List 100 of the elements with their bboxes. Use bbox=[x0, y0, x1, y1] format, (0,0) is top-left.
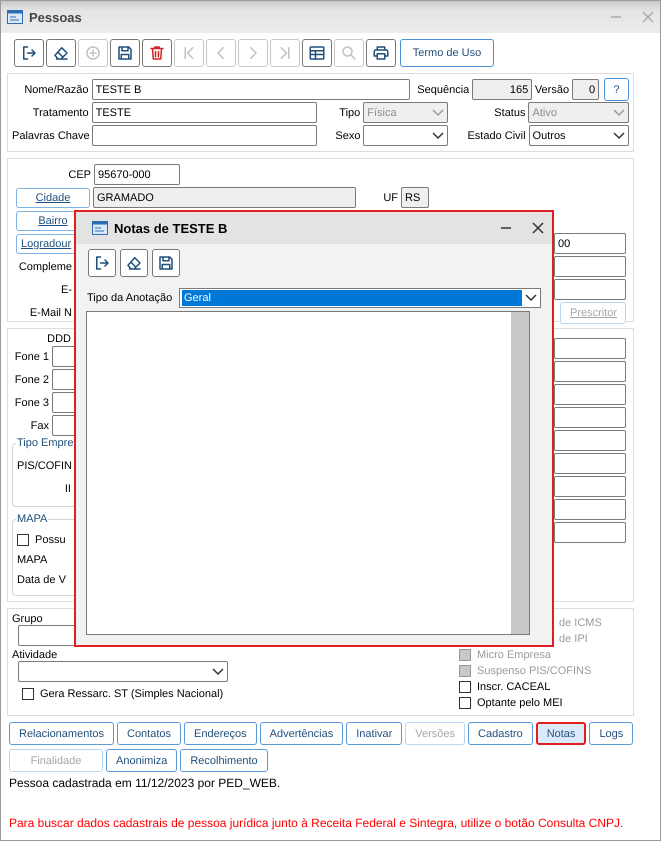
terms-button[interactable]: Termo de Uso bbox=[400, 39, 494, 67]
exit-icon bbox=[20, 44, 38, 62]
field-label: Grupo bbox=[12, 613, 44, 625]
checkbox-label: de IPI bbox=[559, 633, 588, 645]
field-label: Data de V bbox=[17, 574, 67, 586]
group-title: Tipo Empre bbox=[16, 437, 74, 449]
field-label: Tipo bbox=[338, 106, 362, 118]
field-label: Status bbox=[493, 106, 526, 118]
field-label: Fone 2 bbox=[14, 374, 50, 386]
window-icon bbox=[7, 10, 23, 24]
name-field[interactable]: TESTE B bbox=[92, 79, 410, 100]
toolbar-button[interactable] bbox=[366, 39, 396, 67]
scrollbar[interactable] bbox=[511, 312, 529, 634]
trash-icon bbox=[148, 44, 166, 62]
exit-icon bbox=[93, 254, 111, 272]
checkbox[interactable] bbox=[459, 697, 471, 709]
field-label: MAPA bbox=[17, 554, 48, 566]
window-title: Pessoas bbox=[29, 10, 83, 24]
action-button[interactable]: Inativar bbox=[346, 722, 402, 745]
checkbox[interactable] bbox=[17, 534, 29, 546]
note-type-dropdown[interactable]: Geral bbox=[179, 288, 541, 308]
printer-icon bbox=[372, 44, 390, 62]
text-field[interactable] bbox=[554, 361, 626, 382]
action-button[interactable]: Relacionamentos bbox=[9, 722, 114, 745]
field-label: Tratamento bbox=[32, 106, 90, 118]
field-label: Atividade bbox=[12, 649, 58, 661]
action-button[interactable]: Recolhimento bbox=[180, 749, 268, 772]
text-field[interactable] bbox=[554, 453, 626, 474]
search-icon bbox=[340, 44, 358, 62]
text-field[interactable] bbox=[554, 430, 626, 451]
chevron-down-icon bbox=[212, 668, 224, 676]
activity-dropdown[interactable] bbox=[18, 661, 228, 682]
city-button[interactable]: Cidade bbox=[16, 188, 90, 208]
field-label: UF bbox=[382, 192, 399, 204]
action-button[interactable]: Logs bbox=[589, 722, 634, 745]
eraser-icon bbox=[52, 44, 70, 62]
text-field[interactable] bbox=[554, 499, 626, 520]
text-field[interactable] bbox=[554, 384, 626, 405]
toolbar-button[interactable] bbox=[46, 39, 76, 67]
complement-field[interactable] bbox=[554, 256, 626, 277]
field-label: II bbox=[64, 482, 72, 494]
toolbar-button[interactable] bbox=[152, 249, 180, 277]
title-field[interactable]: TESTE bbox=[92, 102, 316, 123]
action-button[interactable]: Anonimiza bbox=[106, 749, 178, 772]
field-label: Fone 1 bbox=[14, 350, 50, 362]
chevron-down-icon bbox=[613, 132, 625, 140]
checkbox-label: Inscr. CACEAL bbox=[477, 681, 550, 693]
version-field[interactable]: 0 bbox=[572, 79, 600, 100]
window-icon bbox=[92, 221, 108, 235]
eraser-icon bbox=[125, 254, 143, 272]
email-field[interactable] bbox=[554, 279, 626, 300]
close-icon[interactable] bbox=[532, 222, 544, 234]
field-label: Palavras Chave bbox=[12, 130, 91, 142]
chevron-down-icon bbox=[525, 294, 537, 302]
checkbox[interactable] bbox=[459, 681, 471, 693]
field-label: Estado Civil bbox=[466, 130, 527, 142]
chevron-down-icon bbox=[613, 108, 626, 116]
chevron-down-icon bbox=[432, 132, 444, 140]
toolbar-button[interactable] bbox=[302, 39, 332, 67]
toolbar-button[interactable] bbox=[110, 39, 140, 67]
dialog-title: Notas de TESTE B bbox=[114, 220, 228, 236]
action-button[interactable]: Advertências bbox=[260, 722, 344, 745]
field-label: E- bbox=[60, 284, 73, 296]
street-field[interactable]: 00 bbox=[554, 233, 626, 254]
text-field[interactable] bbox=[554, 476, 626, 497]
field-label: E-Mail N bbox=[28, 306, 73, 318]
uf-field[interactable]: RS bbox=[401, 187, 429, 208]
cep-field[interactable]: 95670-000 bbox=[94, 164, 180, 185]
field-label: Sexo bbox=[334, 130, 362, 142]
city-field[interactable]: GRAMADO bbox=[93, 187, 356, 208]
text-field[interactable] bbox=[554, 522, 626, 543]
sequence-field[interactable]: 165 bbox=[472, 79, 532, 100]
text-field[interactable] bbox=[554, 407, 626, 428]
field-label: Nome/Razão bbox=[23, 84, 90, 96]
street-button[interactable]: Logradour bbox=[16, 234, 76, 254]
field-label: DDD bbox=[46, 333, 72, 345]
save-icon bbox=[116, 44, 134, 62]
group-title: MAPA bbox=[16, 513, 48, 525]
checkbox-label: Gera Ressarc. ST (Simples Nacional) bbox=[40, 688, 224, 700]
dropdown[interactable]: Outros bbox=[528, 125, 629, 146]
text-field[interactable] bbox=[554, 338, 626, 359]
field-label: Fone 3 bbox=[14, 396, 50, 408]
action-button[interactable]: Cadastro bbox=[468, 722, 533, 745]
toolbar-button[interactable] bbox=[120, 249, 148, 277]
field-label: Versão bbox=[534, 84, 570, 96]
toolbar-button[interactable] bbox=[14, 39, 44, 67]
checkbox[interactable] bbox=[22, 688, 34, 700]
checkbox-label: de ICMS bbox=[559, 617, 602, 629]
keywords-field[interactable] bbox=[92, 125, 317, 146]
table-icon bbox=[308, 44, 326, 62]
action-button[interactable]: Contatos bbox=[117, 722, 182, 745]
status-text: Pessoa cadastrada em 11/12/2023 por PED_WEB. bbox=[9, 776, 282, 790]
help-button[interactable]: ? bbox=[604, 78, 629, 101]
action-button[interactable]: Endereços bbox=[184, 722, 257, 745]
field-label: PIS/COFIN bbox=[17, 460, 74, 472]
toolbar-button[interactable] bbox=[142, 39, 172, 67]
action-button[interactable]: Notas bbox=[536, 722, 586, 745]
dropdown[interactable] bbox=[363, 125, 448, 146]
toolbar-button[interactable] bbox=[88, 249, 116, 277]
checkbox-label: Micro Empresa bbox=[477, 649, 551, 661]
